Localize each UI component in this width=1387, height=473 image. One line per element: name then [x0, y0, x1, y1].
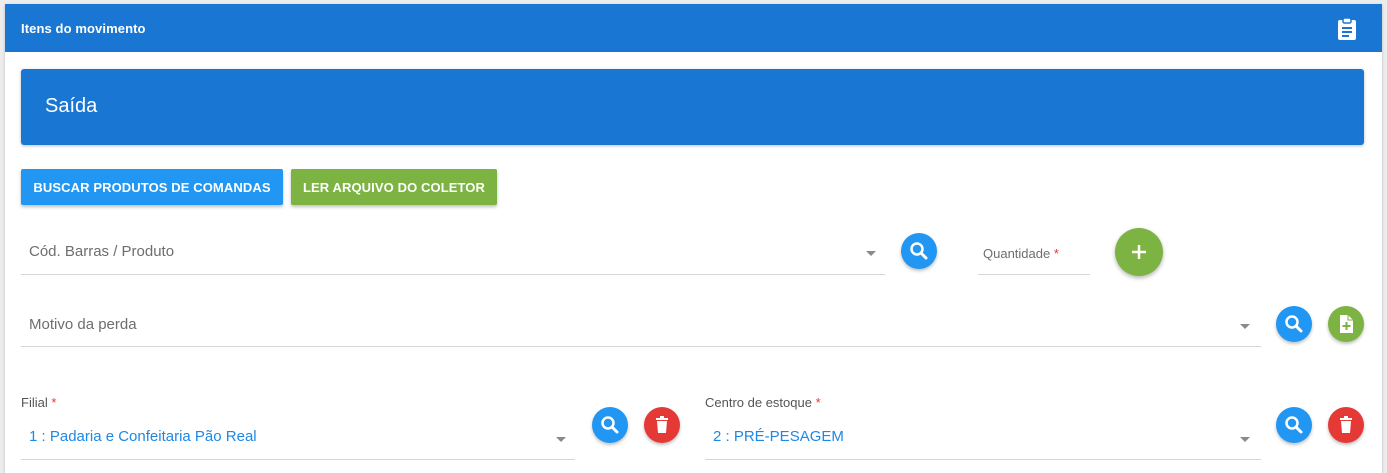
panel-title: Itens do movimento [21, 21, 146, 36]
product-select[interactable]: Cód. Barras / Produto [21, 232, 885, 275]
filial-label: Filial * [21, 395, 57, 410]
filial-clear-button[interactable] [644, 407, 680, 443]
trash-icon [1340, 416, 1352, 433]
loss-reason-select[interactable]: Motivo da perda [21, 305, 1261, 347]
clipboard-list-icon[interactable] [1336, 17, 1358, 41]
trash-icon [656, 416, 668, 433]
chevron-down-icon[interactable] [1240, 324, 1250, 329]
filial-value: 1 : Padaria e Confeitaria Pão Real [29, 428, 257, 445]
search-icon [1285, 315, 1303, 333]
filial-select[interactable]: 1 : Padaria e Confeitaria Pão Real [21, 417, 575, 460]
items-panel: Itens do movimento Saída BUSCAR PRODUTOS… [5, 4, 1382, 473]
search-icon [1285, 416, 1303, 434]
file-plus-icon [1340, 315, 1353, 333]
chevron-down-icon[interactable] [866, 251, 876, 256]
centro-label: Centro de estoque * [705, 395, 821, 410]
search-icon [910, 242, 928, 260]
plus-icon [1132, 245, 1146, 259]
chevron-down-icon[interactable] [556, 437, 566, 442]
movement-type-banner: Saída [21, 69, 1364, 145]
new-loss-reason-button[interactable] [1328, 306, 1364, 342]
centro-search-button[interactable] [1276, 407, 1312, 443]
movement-type-title: Saída [45, 95, 98, 117]
centro-clear-button[interactable] [1328, 407, 1364, 443]
product-search-button[interactable] [901, 233, 937, 269]
search-icon [601, 416, 619, 434]
loss-reason-search-button[interactable] [1276, 306, 1312, 342]
add-item-button[interactable] [1115, 228, 1163, 276]
quantity-input[interactable]: Quantidade * [978, 232, 1090, 275]
filial-search-button[interactable] [592, 407, 628, 443]
loss-reason-placeholder: Motivo da perda [29, 316, 137, 333]
chevron-down-icon[interactable] [1240, 437, 1250, 442]
centro-value: 2 : PRÉ-PESAGEM [713, 428, 844, 445]
product-placeholder: Cód. Barras / Produto [29, 243, 175, 260]
ler-arquivo-coletor-button[interactable]: LER ARQUIVO DO COLETOR [291, 169, 497, 205]
centro-select[interactable]: 2 : PRÉ-PESAGEM [705, 417, 1261, 460]
buscar-produtos-comandas-button[interactable]: BUSCAR PRODUTOS DE COMANDAS [21, 169, 283, 205]
quantity-label: Quantidade * [983, 246, 1059, 261]
panel-header: Itens do movimento [5, 4, 1382, 52]
